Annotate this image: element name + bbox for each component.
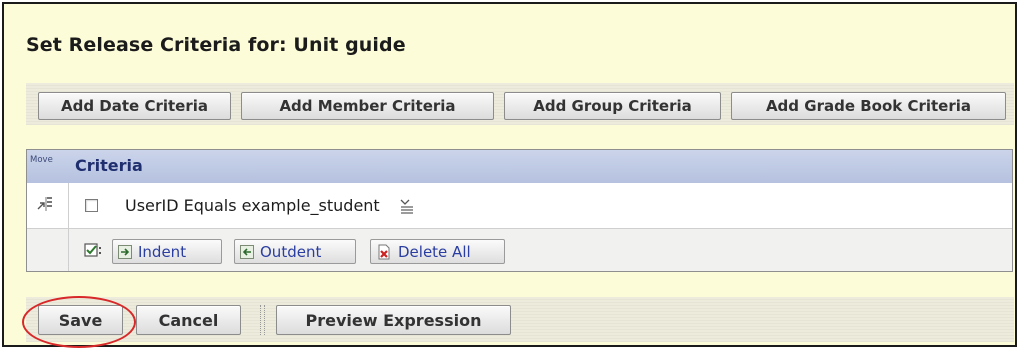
indent-button[interactable]: Indent [112,239,222,264]
move-handle-icon[interactable] [36,195,54,217]
criteria-table: Move Criteria UserID Equals example_stud… [26,149,1013,272]
select-all-checkbox-icon[interactable] [84,242,102,262]
outdent-icon [240,244,254,259]
criteria-table-header: Move Criteria [27,150,1012,184]
criteria-row: UserID Equals example_student [27,183,1012,229]
delete-icon [376,244,392,260]
criteria-row-checkbox[interactable] [85,199,98,212]
form-actions-bar: Save Cancel Preview Expression [26,297,1014,342]
add-member-criteria-button[interactable]: Add Member Criteria [241,92,494,120]
delete-all-button[interactable]: Delete All [370,239,505,264]
delete-all-label: Delete All [398,242,471,261]
operator-menu-icon[interactable] [398,197,416,219]
release-criteria-panel: Set Release Criteria for: Unit guide Add… [2,2,1017,348]
indent-icon [118,244,132,259]
criteria-toolbar: Add Date Criteria Add Member Criteria Ad… [26,83,1014,125]
save-button[interactable]: Save [38,305,123,335]
criteria-actions-row: Indent Outdent Delete All [27,229,1012,271]
criteria-expression: UserID Equals example_student [125,196,380,215]
outdent-button[interactable]: Outdent [234,239,356,264]
move-column-header: Move [30,155,53,165]
cancel-button[interactable]: Cancel [136,305,241,335]
indent-label: Indent [138,242,187,261]
add-grade-book-criteria-button[interactable]: Add Grade Book Criteria [731,92,1006,120]
toolbar-separator [260,305,265,335]
criteria-column-header: Criteria [75,156,143,175]
outdent-label: Outdent [260,242,322,261]
add-date-criteria-button[interactable]: Add Date Criteria [38,92,231,120]
page-title: Set Release Criteria for: Unit guide [26,34,406,56]
actions-move-cell [27,229,69,271]
preview-expression-button[interactable]: Preview Expression [276,305,511,335]
add-group-criteria-button[interactable]: Add Group Criteria [504,92,721,120]
move-cell [27,183,69,228]
